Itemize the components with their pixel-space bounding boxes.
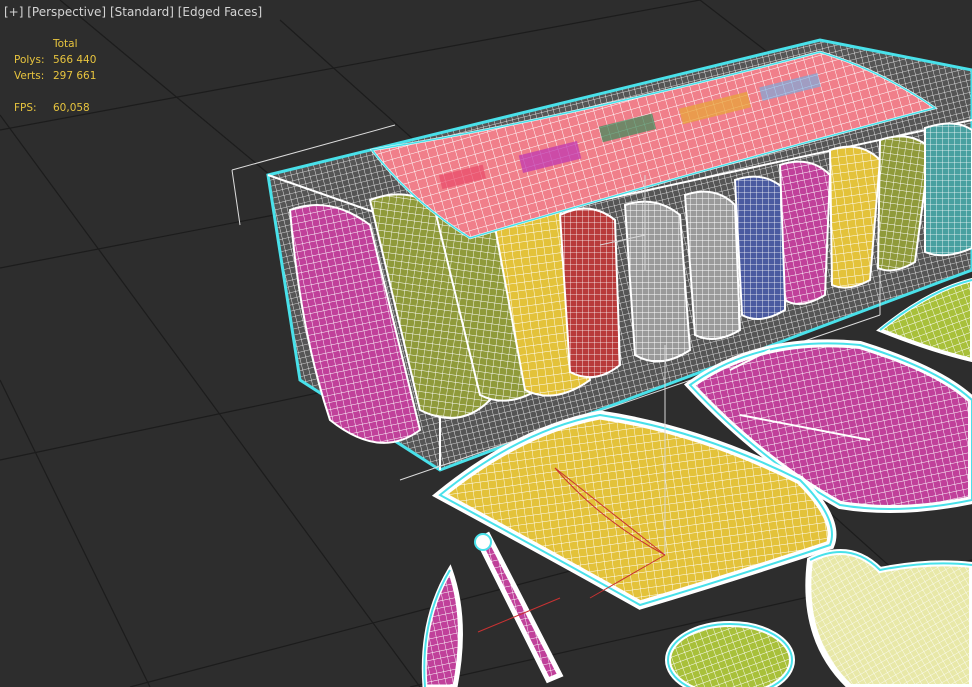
- stats-header: Total: [53, 38, 78, 50]
- scene-canvas[interactable]: [0, 0, 972, 687]
- fps-label: FPS:: [14, 102, 37, 114]
- viewport-view-button[interactable]: [Perspective]: [27, 5, 106, 19]
- viewport-label: [+] [Perspective] [Standard] [Edged Face…: [4, 5, 262, 19]
- verts-label: Verts:: [14, 70, 45, 82]
- bowl-lime: [665, 621, 795, 687]
- viewport-menu-button[interactable]: [+]: [4, 5, 23, 19]
- viewport-shading-button[interactable]: [Standard]: [110, 5, 174, 19]
- perspective-viewport[interactable]: [+] [Perspective] [Standard] [Edged Face…: [0, 0, 972, 687]
- polys-value: 566 440: [53, 54, 97, 66]
- leaf-magenta: [421, 564, 463, 687]
- cloth-cream: [805, 549, 972, 687]
- viewport-display-mode-button[interactable]: [Edged Faces]: [178, 5, 262, 19]
- fps-value: 60,058: [53, 102, 90, 114]
- verts-value: 297 661: [53, 70, 97, 82]
- polys-label: Polys:: [14, 54, 45, 66]
